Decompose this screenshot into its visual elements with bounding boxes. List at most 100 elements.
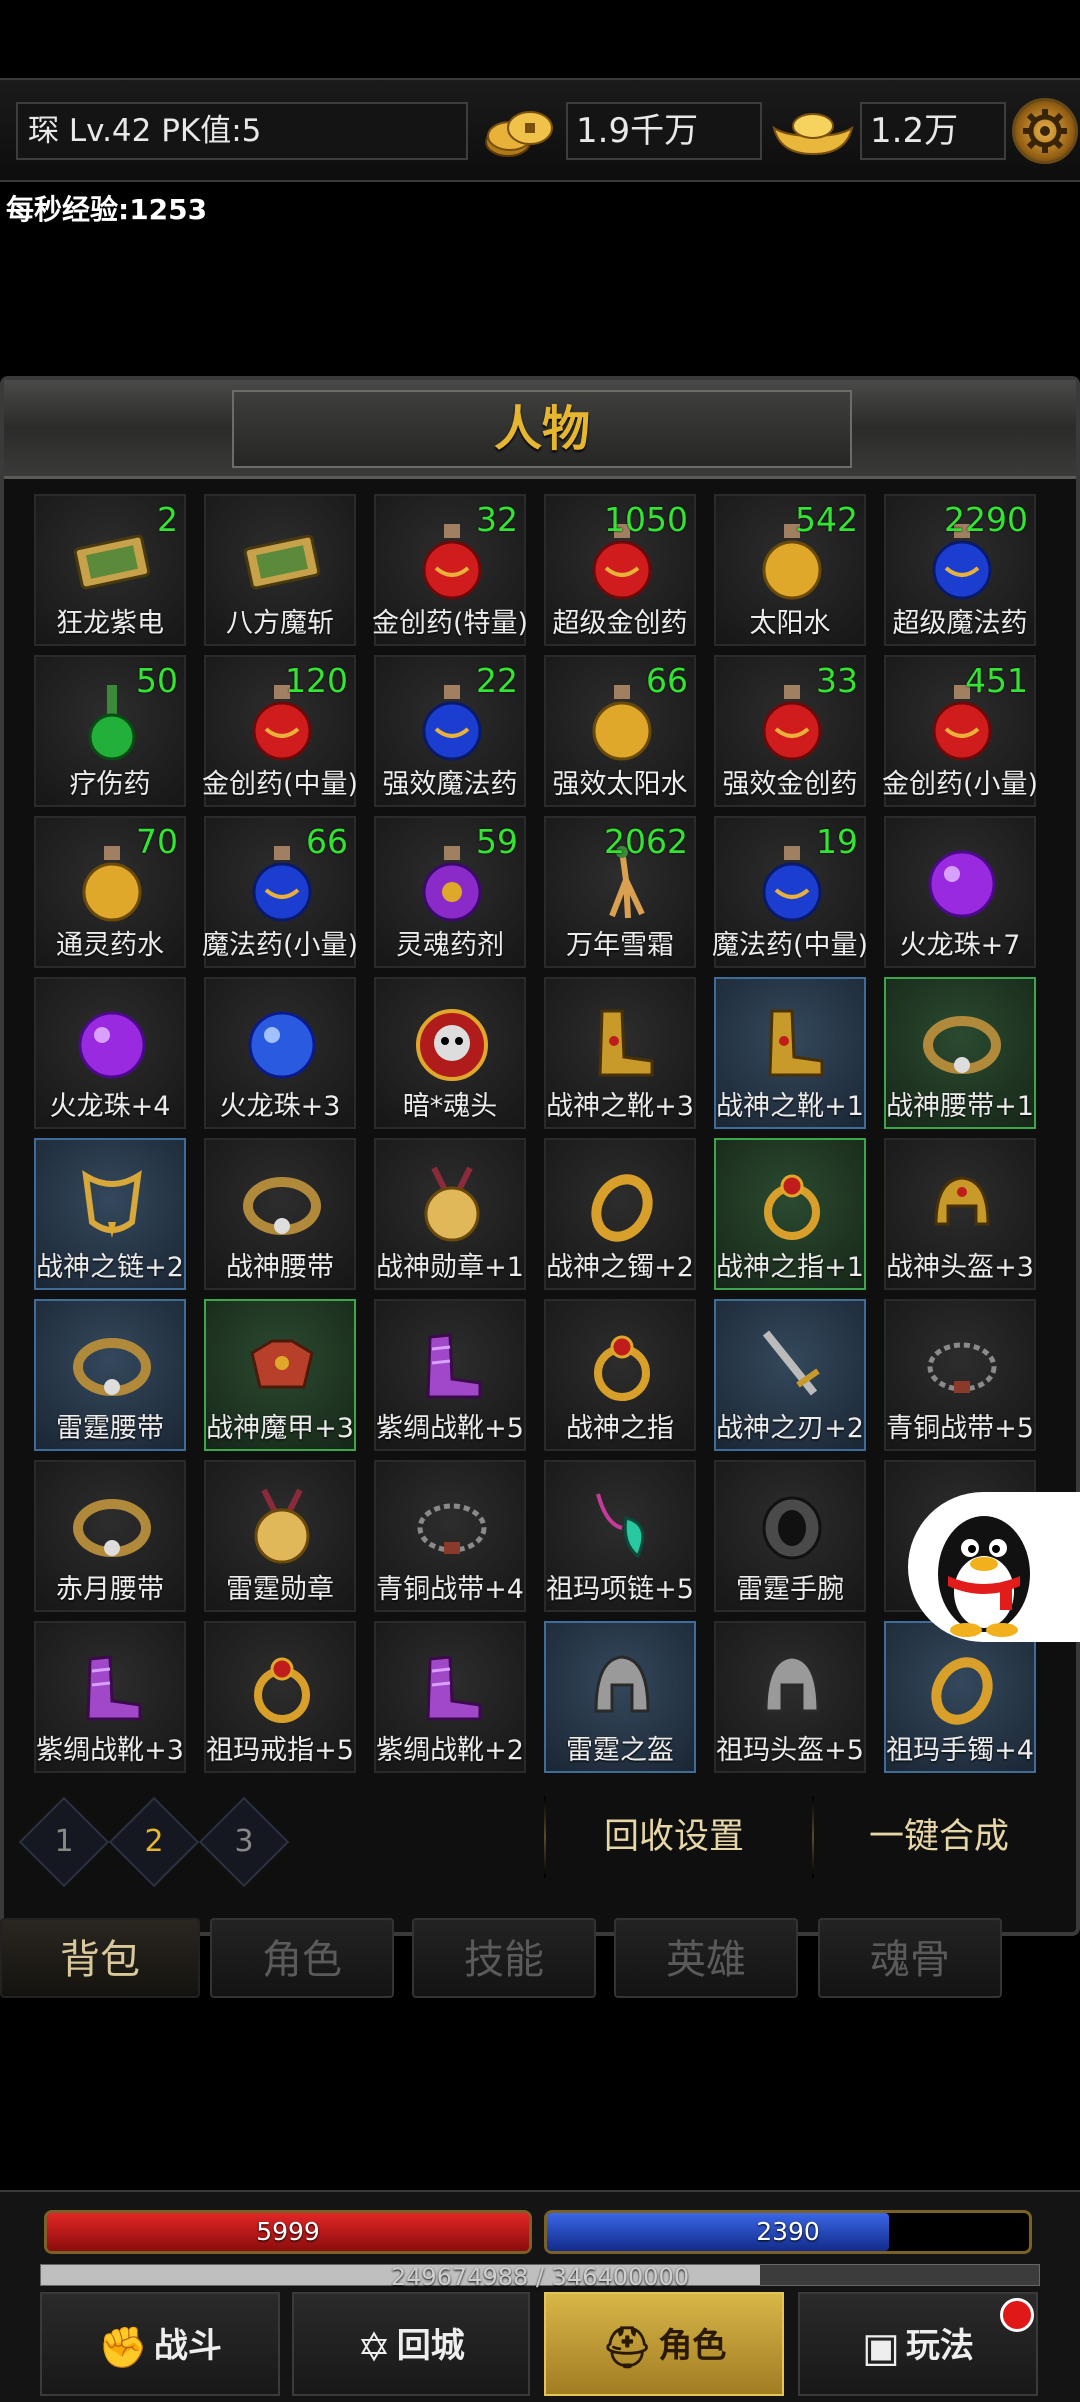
- boots-purple-icon: [412, 1645, 492, 1729]
- item-name: 战神之链+2: [36, 1252, 184, 1283]
- inventory-slot[interactable]: 战神腰带: [204, 1138, 356, 1290]
- helmet-gold-icon: [922, 1162, 1002, 1246]
- tab-soul-bone[interactable]: 魂骨: [818, 1918, 1002, 1998]
- inventory-slot[interactable]: 70 通灵药水: [34, 816, 186, 968]
- treasure-chest-icon: ▣: [862, 2324, 900, 2371]
- boots-gold-icon: [752, 1001, 832, 1085]
- item-name: 战神之靴+3: [546, 1091, 694, 1122]
- inventory-slot[interactable]: 22 强效魔法药: [374, 655, 526, 807]
- inventory-slot[interactable]: 雷霆手腕: [714, 1460, 866, 1612]
- inventory-slot[interactable]: 祖玛头盔+5: [714, 1621, 866, 1773]
- inventory-slot[interactable]: 19 魔法药(中量): [712, 816, 869, 968]
- item-count: 33: [816, 661, 858, 700]
- one-click-combine-button[interactable]: 一键合成: [834, 1800, 1044, 1874]
- tab-bag[interactable]: 背包: [0, 1918, 200, 1998]
- inventory-slot[interactable]: 雷霆勋章: [204, 1460, 356, 1612]
- gold-coins-icon: [480, 98, 558, 164]
- inventory-slot[interactable]: 战神魔甲+3: [204, 1299, 356, 1451]
- inventory-slot[interactable]: 火龙珠+7: [884, 816, 1036, 968]
- qq-float-button[interactable]: [908, 1492, 1080, 1642]
- inventory-slot[interactable]: 66 强效太阳水: [544, 655, 696, 807]
- item-count: 59: [476, 822, 518, 861]
- nav-character-label: 角色: [658, 2326, 727, 2366]
- notification-dot: [1000, 2298, 1034, 2332]
- inventory-slot[interactable]: 紫绸战靴+2: [374, 1621, 526, 1773]
- nav-battle-button[interactable]: ✊ 战斗: [40, 2292, 280, 2396]
- item-count: 2290: [944, 500, 1028, 539]
- inventory-slot[interactable]: 紫绸战靴+5: [374, 1299, 526, 1451]
- inventory-slot[interactable]: 火龙珠+3: [204, 977, 356, 1129]
- ring-icon: [752, 1162, 832, 1246]
- inventory-slot[interactable]: 青铜战带+5: [884, 1299, 1036, 1451]
- inventory-slot[interactable]: 赤月腰带: [34, 1460, 186, 1612]
- inventory-slot[interactable]: 战神之靴+1: [714, 977, 866, 1129]
- nav-return-town-label: 回城: [396, 2326, 465, 2366]
- inventory-slot[interactable]: 50 疗伤药: [34, 655, 186, 807]
- inventory-slot[interactable]: 451 金创药(小量): [882, 655, 1038, 807]
- hp-bar: 5999: [44, 2210, 532, 2254]
- page-1-button[interactable]: 1: [32, 1810, 96, 1874]
- ingot-amount: 1.2万: [860, 102, 1006, 160]
- recycle-settings-button[interactable]: 回收设置: [564, 1800, 784, 1874]
- nav-gameplay-label: 玩法: [905, 2326, 974, 2366]
- inventory-slot[interactable]: 紫绸战靴+3: [34, 1621, 186, 1773]
- item-name: 魔法药(小量): [202, 930, 359, 961]
- item-name: 战神腰带+1: [886, 1091, 1034, 1122]
- belt-icon: [72, 1323, 152, 1407]
- inventory-slot[interactable]: 2290 超级魔法药: [884, 494, 1036, 646]
- nav-return-town-button[interactable]: ✡ 回城: [292, 2292, 530, 2396]
- hp-value: 5999: [256, 2217, 320, 2246]
- inventory-slot[interactable]: 战神之指: [544, 1299, 696, 1451]
- item-name: 八方魔斩: [226, 608, 334, 639]
- inventory-slot[interactable]: 32 金创药(特量): [372, 494, 528, 646]
- item-count: 50: [136, 661, 178, 700]
- inventory-slot[interactable]: 祖玛手镯+4: [884, 1621, 1036, 1773]
- inventory-slot[interactable]: 火龙珠+4: [34, 977, 186, 1129]
- item-name: 战神头盔+3: [886, 1252, 1034, 1283]
- tab-character[interactable]: 角色: [210, 1918, 394, 1998]
- item-name: 魔法药(中量): [712, 930, 869, 961]
- inventory-slot[interactable]: 暗*魂头: [374, 977, 526, 1129]
- item-name: 强效金创药: [722, 769, 858, 800]
- tab-heroes[interactable]: 英雄: [614, 1918, 798, 1998]
- page-3-button[interactable]: 3: [212, 1810, 276, 1874]
- inventory-slot[interactable]: 战神之靴+3: [544, 977, 696, 1129]
- item-count: 120: [285, 661, 348, 700]
- item-name: 祖玛戒指+5: [206, 1735, 354, 1766]
- inventory-slot[interactable]: 59 灵魂药剂: [374, 816, 526, 968]
- inventory-slot[interactable]: 1050 超级金创药: [544, 494, 696, 646]
- inventory-slot[interactable]: 66 魔法药(小量): [202, 816, 359, 968]
- nav-battle-label: 战斗: [153, 2326, 222, 2366]
- inventory-slot[interactable]: 战神勋章+1: [374, 1138, 526, 1290]
- inventory-slot[interactable]: 祖玛项链+5: [544, 1460, 696, 1612]
- inventory-slot[interactable]: 120 金创药(中量): [202, 655, 358, 807]
- item-count: 32: [476, 500, 518, 539]
- boots-purple-icon: [72, 1645, 152, 1729]
- inventory-slot[interactable]: 战神头盔+3: [884, 1138, 1036, 1290]
- inventory-slot[interactable]: 雷霆之盔: [544, 1621, 696, 1773]
- inventory-slot[interactable]: 战神之指+1: [714, 1138, 866, 1290]
- inventory-slot[interactable]: 2062 万年雪霜: [544, 816, 696, 968]
- inventory-slot[interactable]: 战神之镯+2: [544, 1138, 696, 1290]
- inventory-slot[interactable]: 八方魔斩: [204, 494, 356, 646]
- inventory-slot[interactable]: 青铜战带+4: [374, 1460, 526, 1612]
- inventory-slot[interactable]: 战神腰带+1: [884, 977, 1036, 1129]
- inventory-slot[interactable]: 542 太阳水: [714, 494, 866, 646]
- inventory-slot[interactable]: 2 狂龙紫电: [34, 494, 186, 646]
- exp-per-second: 每秒经验:1253: [6, 193, 208, 226]
- item-name: 万年雪霜: [566, 930, 674, 961]
- settings-button[interactable]: [1012, 98, 1078, 164]
- inventory-slot[interactable]: 战神之刃+2: [714, 1299, 866, 1451]
- mp-value: 2390: [756, 2217, 820, 2246]
- panel-title-plate: 人物: [232, 390, 852, 468]
- item-count: 2: [157, 500, 178, 539]
- inventory-slot[interactable]: 祖玛戒指+5: [204, 1621, 356, 1773]
- page-2-button[interactable]: 2: [122, 1810, 186, 1874]
- inventory-slot[interactable]: 33 强效金创药: [714, 655, 866, 807]
- inventory-slot[interactable]: 雷霆腰带: [34, 1299, 186, 1451]
- helmet-silver-icon: [752, 1645, 832, 1729]
- tab-skills[interactable]: 技能: [412, 1918, 596, 1998]
- inventory-slot[interactable]: 战神之链+2: [34, 1138, 186, 1290]
- item-name: 通灵药水: [56, 930, 164, 961]
- nav-character-button[interactable]: ⛑ 角色: [544, 2292, 784, 2396]
